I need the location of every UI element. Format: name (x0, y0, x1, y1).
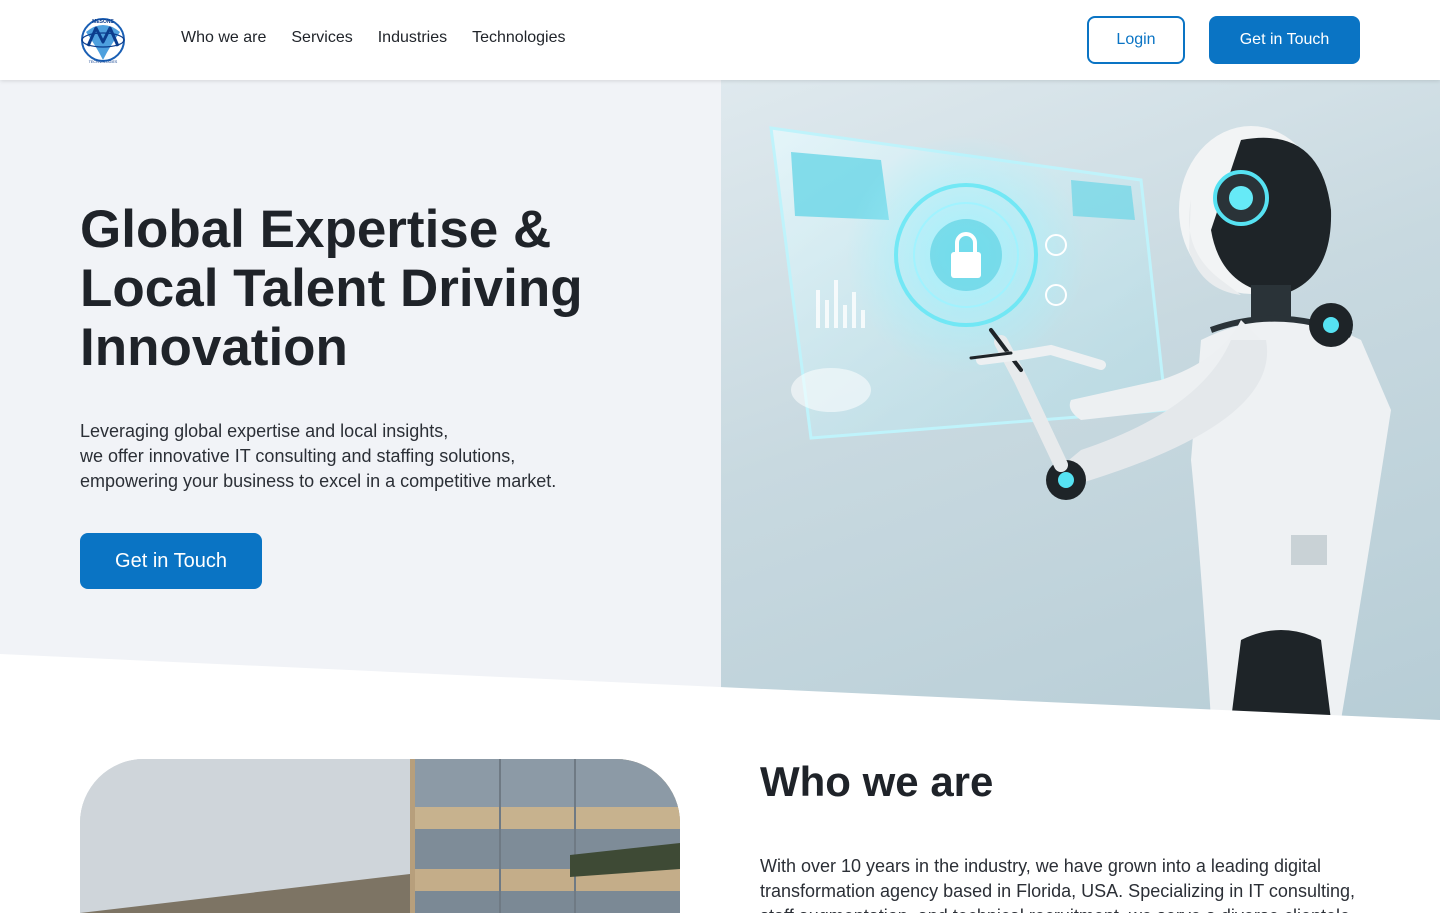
robot-illustration (769, 126, 1391, 720)
hero-description-line: we offer innovative IT consulting and st… (80, 446, 516, 466)
hero-image (721, 80, 1440, 720)
who-we-are-title: Who we are (760, 758, 994, 805)
hero-title: Global Expertise & Local Talent Driving … (80, 200, 640, 377)
nav-who-we-are[interactable]: Who we are (181, 28, 266, 48)
site-header: MESONS TECHNOLOGIES Who we are Services … (0, 0, 1440, 80)
logo-globe-icon: MESONS TECHNOLOGIES (81, 18, 125, 64)
hero-description-line: Leveraging global expertise and local in… (80, 421, 449, 441)
svg-text:MESONS: MESONS (92, 19, 114, 25)
hero-title-line: Local Talent Driving (80, 259, 583, 318)
hero-title-line: Global Expertise & (80, 200, 552, 259)
login-button[interactable]: Login (1087, 16, 1185, 64)
hero-title-line: Innovation (80, 318, 348, 377)
logo[interactable]: MESONS TECHNOLOGIES (80, 16, 126, 64)
nav-technologies[interactable]: Technologies (472, 28, 565, 48)
get-in-touch-hero-button[interactable]: Get in Touch (80, 533, 262, 589)
who-we-are-text: With over 10 years in the industry, we h… (760, 856, 1355, 913)
hero-description: Leveraging global expertise and local in… (80, 419, 640, 494)
hero-description-line: empowering your business to excel in a c… (80, 471, 557, 491)
building-image (80, 759, 680, 913)
hero-slant-divider (0, 654, 1440, 724)
nav-services[interactable]: Services (291, 28, 352, 48)
svg-text:TECHNOLOGIES: TECHNOLOGIES (89, 60, 118, 64)
hero-left-panel (0, 80, 721, 720)
get-in-touch-header-button[interactable]: Get in Touch (1209, 16, 1360, 64)
building-photo (80, 759, 680, 913)
nav-industries[interactable]: Industries (378, 28, 447, 48)
main-nav: Who we are Services Industries Technolog… (181, 28, 566, 48)
